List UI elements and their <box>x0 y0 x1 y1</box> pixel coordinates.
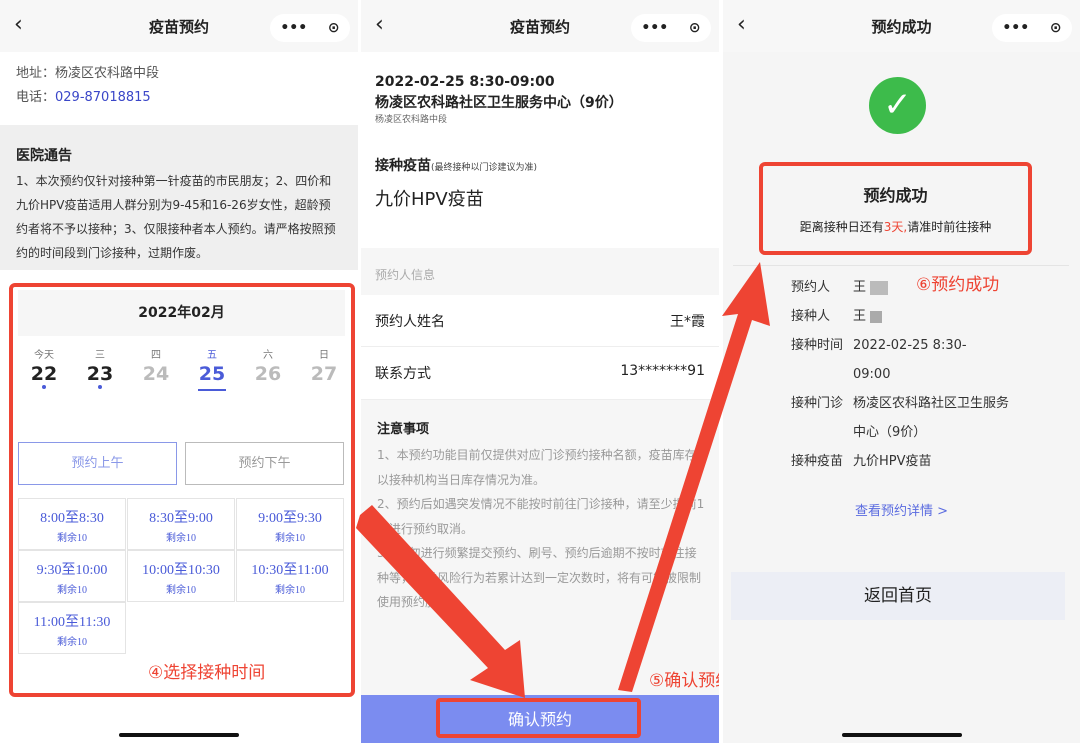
contact-row: 联系方式13*******91 <box>361 347 719 400</box>
booking-card: 2022-02-25 8:30-09:00 杨凌区农科路社区卫生服务中心（9价）… <box>361 52 719 248</box>
close-target-icon[interactable]: ⊙ <box>689 20 701 36</box>
home-indicator <box>842 733 962 737</box>
nav-bar: ‹ 疫苗预约 •••⊙ <box>361 0 719 52</box>
phone-link[interactable]: 029-87018815 <box>55 90 151 105</box>
annotation-step-6: ⑥预约成功 <box>916 270 999 295</box>
address: 地址：杨凌区农科路中段 <box>16 62 159 86</box>
hospital-notice: 医院通告 1、本次预约仅针对接种第一针疫苗的市民朋友；2、四价和九价HPV疫苗适… <box>0 125 358 270</box>
highlight-box <box>9 283 355 697</box>
panel-select-time: ‹ 疫苗预约 •••⊙ 地址：杨凌区农科路中段 电话：029-87018815 … <box>0 0 358 743</box>
close-target-icon[interactable]: ⊙ <box>328 20 340 36</box>
panel-success: ‹ 预约成功 •••⊙ ✓ 预约成功 距离接种日还有3天,请准时前往接种 预约人… <box>723 0 1080 743</box>
more-icon[interactable]: ••• <box>280 20 307 36</box>
view-details-link[interactable]: 查看预约详情 > <box>723 500 1080 519</box>
annotation-step-5: ⑤确认预约 <box>649 666 719 691</box>
name-row: 预约人姓名王*霞 <box>361 295 719 347</box>
close-target-icon[interactable]: ⊙ <box>1050 20 1062 36</box>
panel-confirm: ‹ 疫苗预约 •••⊙ 2022-02-25 8:30-09:00 杨凌区农科路… <box>361 0 719 743</box>
capsule-menu[interactable]: ••• ⊙ <box>270 14 350 42</box>
more-icon[interactable]: ••• <box>1002 20 1029 36</box>
back-home-button[interactable]: 返回首页 <box>731 572 1065 620</box>
booking-details: 预约人王 接种人王 接种时间2022-02-25 8:30-09:00 接种门诊… <box>791 273 1013 476</box>
highlight-box <box>436 698 641 738</box>
nav-bar: ‹ 疫苗预约 •••⊙ <box>0 0 358 52</box>
notes: 注意事项 1、本预约功能目前仅提供对应门诊预约接种名额，疫苗库存以接种机构当日库… <box>377 418 707 615</box>
capsule-menu[interactable]: ••• ⊙ <box>992 14 1072 42</box>
home-indicator <box>119 733 239 737</box>
success-check-icon: ✓ <box>869 77 926 134</box>
section-label: 预约人信息 <box>375 266 435 283</box>
capsule-menu[interactable]: ••• ⊙ <box>631 14 711 42</box>
more-icon[interactable]: ••• <box>641 20 668 36</box>
phone: 电话：029-87018815 <box>16 86 159 110</box>
nav-bar: ‹ 预约成功 •••⊙ <box>723 0 1080 52</box>
success-box: 预约成功 距离接种日还有3天,请准时前往接种 <box>759 162 1032 255</box>
